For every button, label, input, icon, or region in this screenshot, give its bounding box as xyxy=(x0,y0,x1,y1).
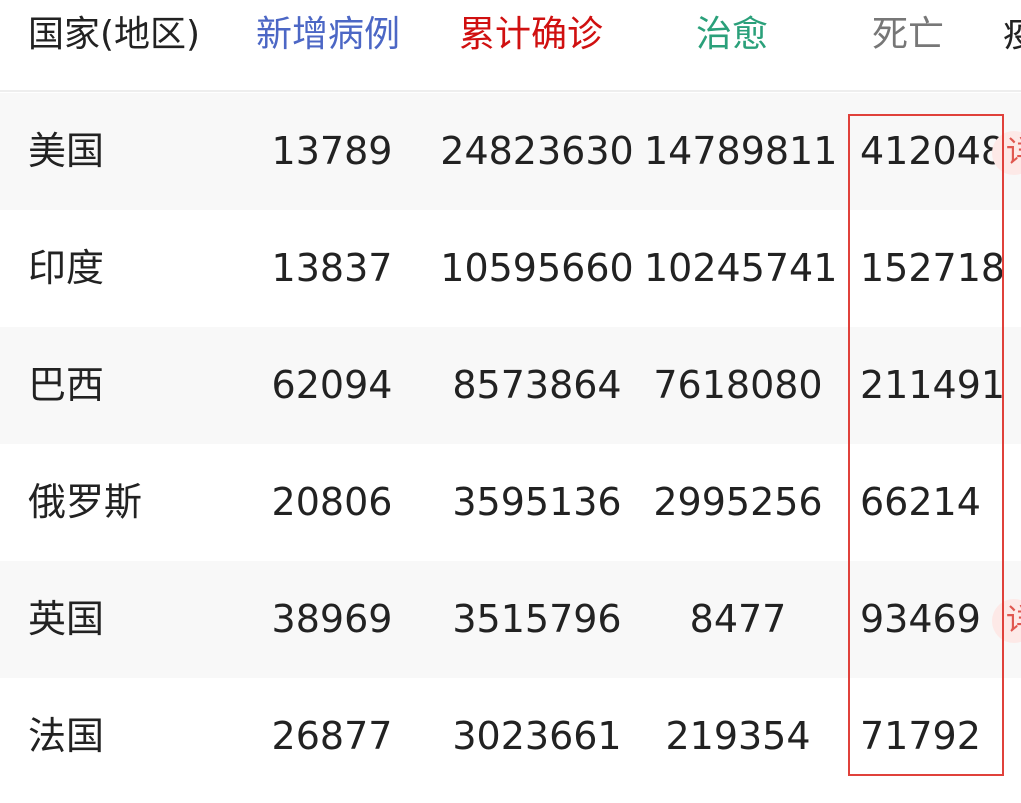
deaths-value: 71792 xyxy=(860,714,981,758)
country-name: 英国 xyxy=(28,597,105,641)
deaths-value: 211491 xyxy=(860,363,1006,407)
cured-value: 7618080 xyxy=(653,363,823,407)
confirmed-value: 3595136 xyxy=(452,480,622,524)
header-new-cases[interactable]: 新增病例 xyxy=(256,10,400,60)
epidemic-table-page: 国家(地区) 新增病例 累计确诊 治愈 死亡 疫 美国 13789 248236… xyxy=(0,0,1021,803)
table-row[interactable]: 印度 13837 10595660 10245741 152718 xyxy=(0,210,1021,327)
table-row[interactable]: 法国 26877 3023661 219354 71792 xyxy=(0,678,1021,795)
new-cases-value: 13789 xyxy=(271,129,393,173)
header-confirmed[interactable]: 累计确诊 xyxy=(459,10,603,60)
table-row[interactable]: 俄罗斯 20806 3595136 2995256 66214 xyxy=(0,444,1021,561)
table-row[interactable]: 巴西 62094 8573864 7618080 211491 xyxy=(0,327,1021,444)
new-cases-value: 62094 xyxy=(271,363,393,407)
cured-value: 8477 xyxy=(689,597,787,641)
cured-value: 2995256 xyxy=(653,480,823,524)
new-cases-value: 38969 xyxy=(271,597,393,641)
confirmed-value: 8573864 xyxy=(452,363,622,407)
table-row[interactable]: 美国 13789 24823630 14789811 412048 详 xyxy=(0,93,1021,210)
detail-link[interactable]: 详 xyxy=(992,599,1021,643)
country-name: 俄罗斯 xyxy=(28,480,143,524)
table-row[interactable]: 英国 38969 3515796 8477 93469 详 xyxy=(0,561,1021,678)
cured-value: 10245741 xyxy=(644,246,838,290)
cured-value: 219354 xyxy=(665,714,811,758)
confirmed-value: 3515796 xyxy=(452,597,622,641)
country-name: 印度 xyxy=(28,246,105,290)
new-cases-value: 20806 xyxy=(271,480,393,524)
confirmed-value: 10595660 xyxy=(440,246,634,290)
header-deaths[interactable]: 死亡 xyxy=(872,10,944,60)
deaths-value: 152718 xyxy=(860,246,1006,290)
cured-value: 14789811 xyxy=(644,129,838,173)
header-cured[interactable]: 治愈 xyxy=(696,10,768,60)
deaths-value: 66214 xyxy=(860,480,981,524)
deaths-value: 93469 xyxy=(860,597,981,641)
country-name: 美国 xyxy=(28,129,105,173)
confirmed-value: 24823630 xyxy=(440,129,634,173)
new-cases-value: 26877 xyxy=(271,714,393,758)
deaths-value: 412048 xyxy=(860,129,1006,173)
confirmed-value: 3023661 xyxy=(452,714,622,758)
header-extra-column[interactable]: 疫 xyxy=(1003,10,1021,60)
country-name: 法国 xyxy=(28,714,105,758)
country-name: 巴西 xyxy=(28,363,105,407)
header-country[interactable]: 国家(地区) xyxy=(28,10,200,60)
new-cases-value: 13837 xyxy=(271,246,393,290)
table-header: 国家(地区) 新增病例 累计确诊 治愈 死亡 疫 xyxy=(0,0,1021,92)
